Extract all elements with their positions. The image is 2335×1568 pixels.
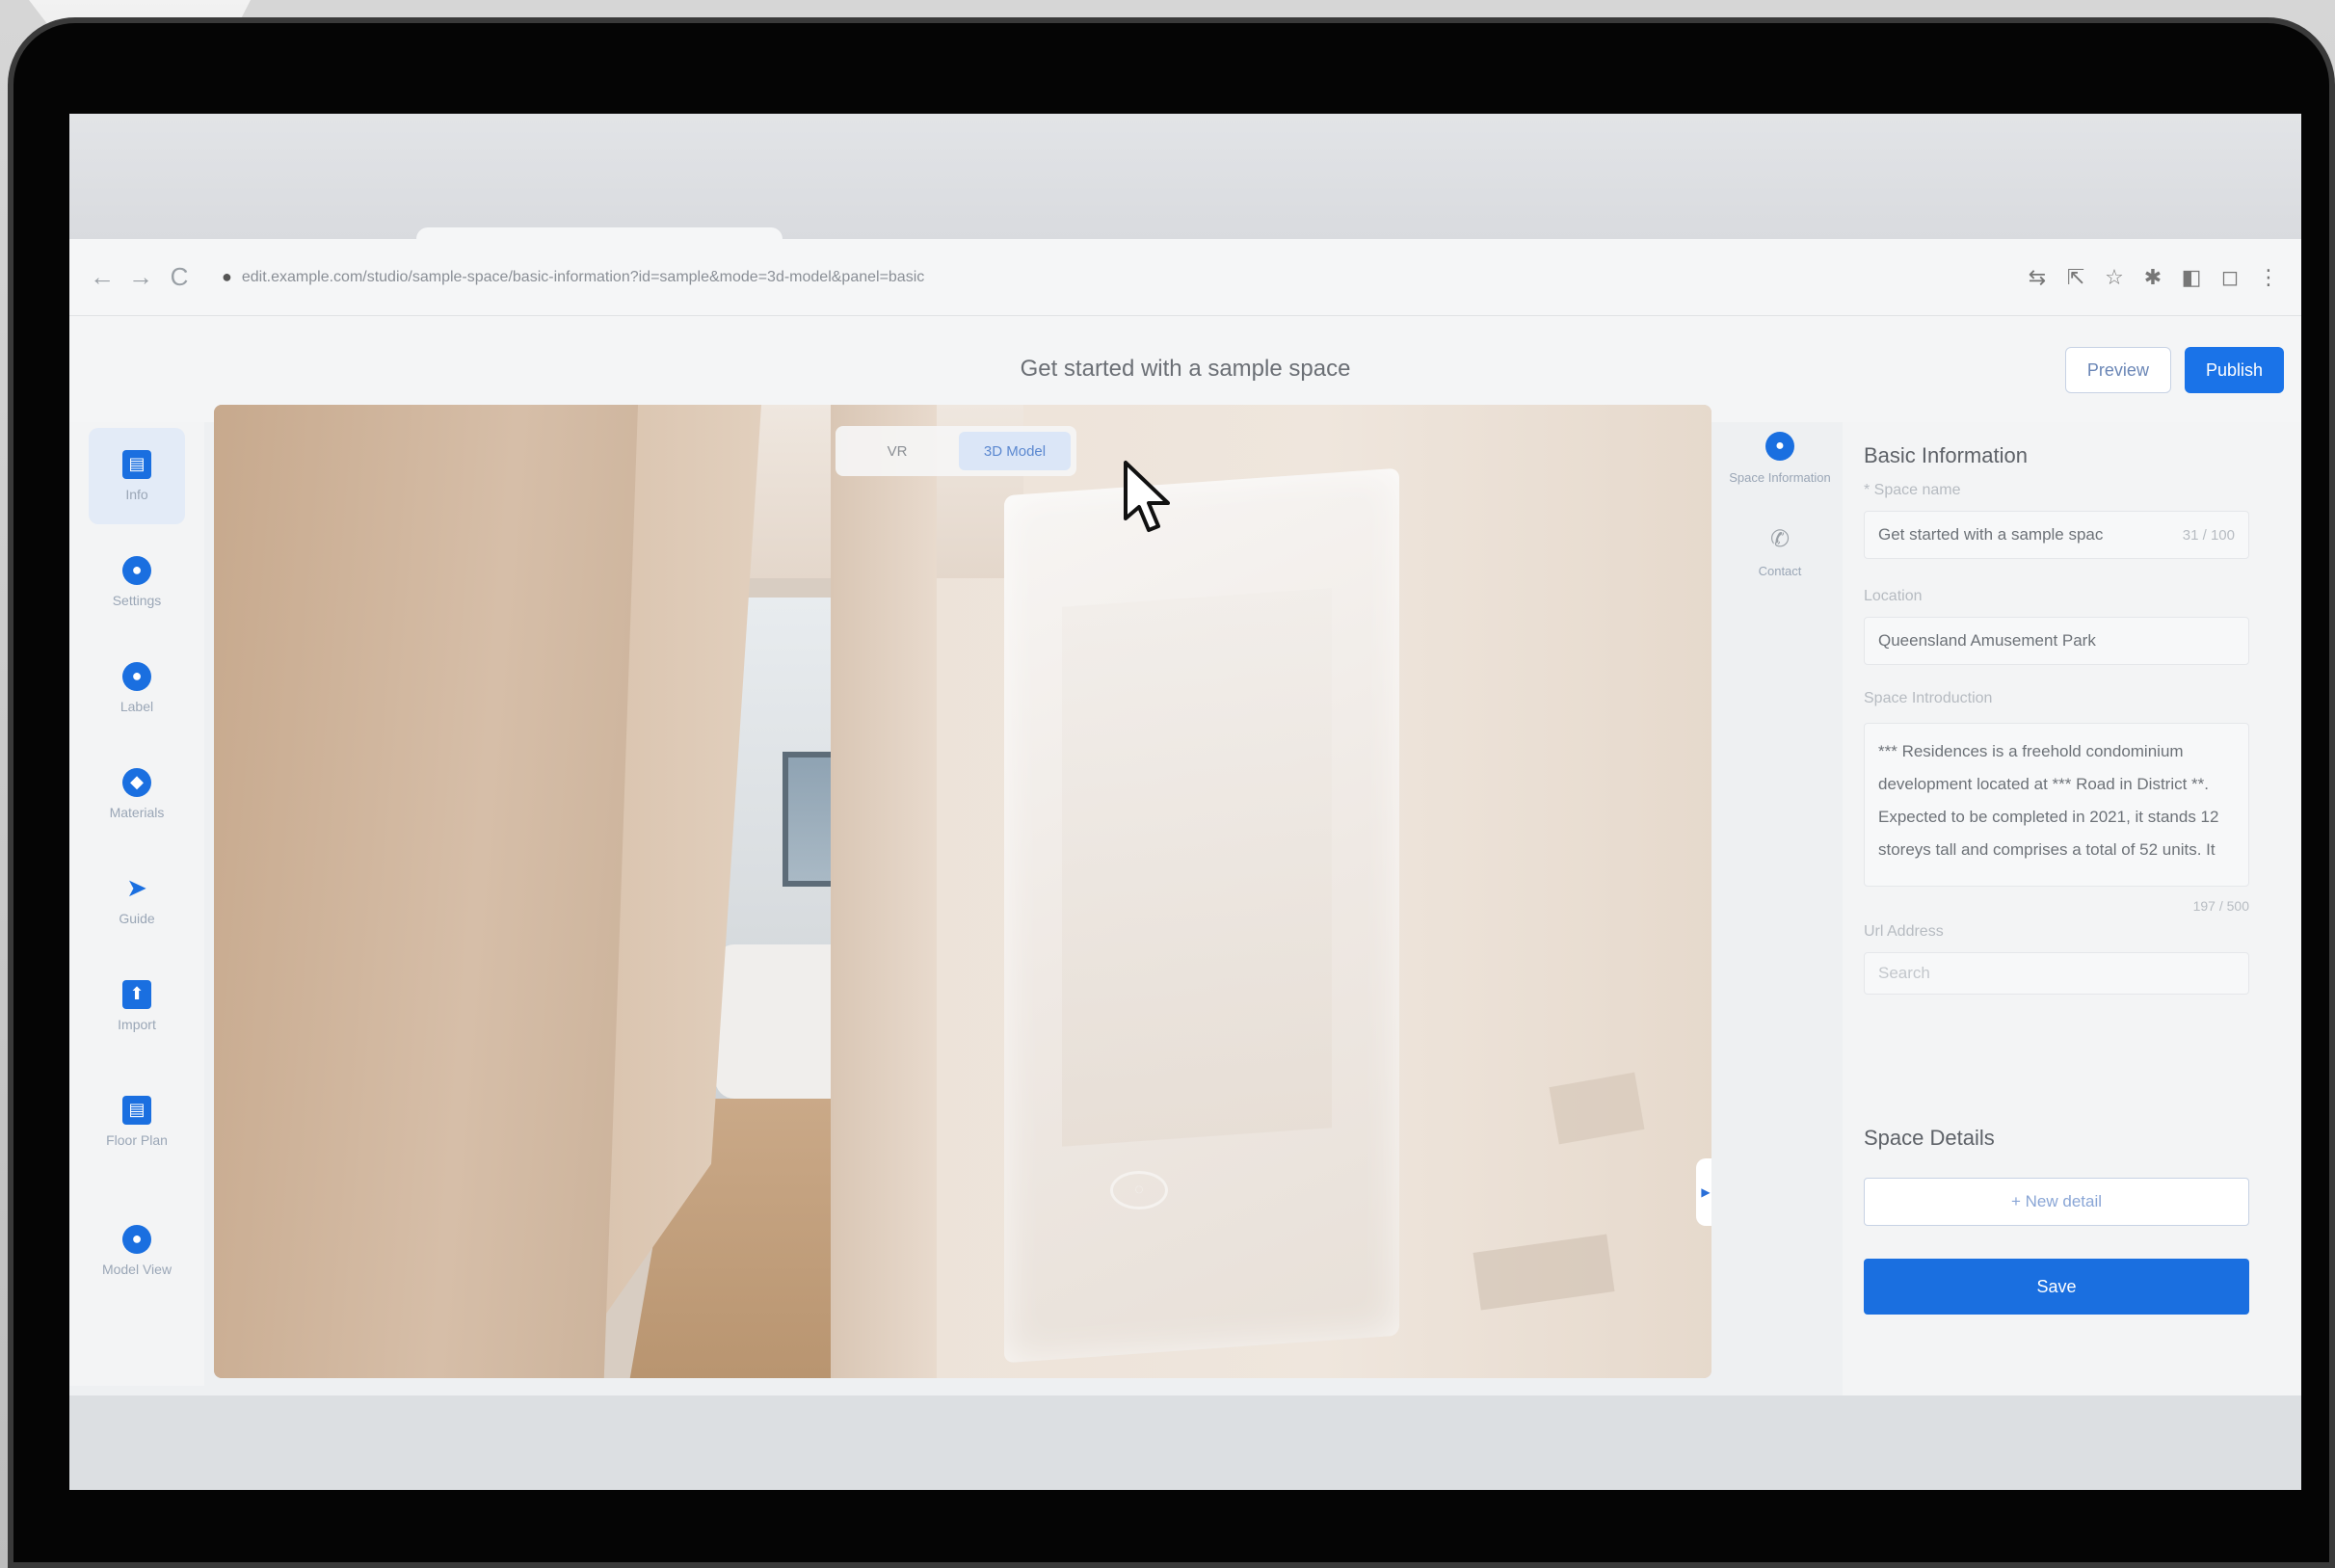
sidebar-item-info[interactable]: ▤ Info <box>89 428 185 524</box>
url-address-label: Url Address <box>1864 923 1944 940</box>
intro-count: 197 / 500 <box>2192 898 2249 914</box>
extensions-icon[interactable]: ✱ <box>2134 258 2172 297</box>
browser-address-bar: ← → C ● edit.example.com/studio/sample-s… <box>69 239 2301 316</box>
forward-icon[interactable]: → <box>121 258 160 297</box>
upload-icon: ⬆ <box>122 979 151 1009</box>
tab-space-information[interactable]: ● Space Information <box>1727 432 1833 487</box>
viewer-pillar <box>831 405 937 1378</box>
space-name-input[interactable]: Get started with a sample spac 31 / 100 <box>1864 511 2249 559</box>
document-icon: ▤ <box>122 449 151 479</box>
mode-vr-button[interactable]: VR <box>841 432 953 470</box>
url-address-placeholder: Search <box>1878 964 1930 982</box>
browser-tab-strip <box>69 114 2301 241</box>
sidebar-item-label: Import <box>118 1016 156 1032</box>
sidebar-item-import[interactable]: ⬆ Import <box>89 958 185 1054</box>
info-icon: ● <box>1765 432 1794 461</box>
sidebar-item-model-view[interactable]: ● Model View <box>89 1203 185 1299</box>
publish-button[interactable]: Publish <box>2184 347 2284 393</box>
menu-icon[interactable]: ⋮ <box>2249 258 2288 297</box>
sidebar-item-label: Materials <box>109 804 165 820</box>
reload-icon[interactable]: C <box>160 258 199 297</box>
preview-button[interactable]: Preview <box>2064 347 2171 393</box>
star-icon[interactable]: ☆ <box>2095 258 2134 297</box>
sidebar-item-label: Model View <box>101 1261 172 1277</box>
sidebar-item-materials[interactable]: ◆ Materials <box>89 746 185 842</box>
paint-drop-icon: ◆ <box>122 767 151 797</box>
tab-label: Space Information <box>1729 470 1831 485</box>
space-introduction-textarea[interactable]: *** Residences is a freehold condominium… <box>1864 723 2249 887</box>
viewer-wall-left <box>214 405 638 1378</box>
floor-plan-icon: ▤ <box>122 1095 151 1125</box>
header-actions: Preview Publish <box>2064 347 2284 393</box>
profile-icon[interactable]: ◻ <box>2211 258 2249 297</box>
url-field[interactable]: ● edit.example.com/studio/sample-space/b… <box>212 255 2004 299</box>
sidebar-item-label: Floor Plan <box>106 1131 168 1148</box>
right-tabs: ● Space Information ✆ Contact <box>1727 432 1833 1203</box>
collapse-panel-handle[interactable]: ▶ <box>1696 1158 1711 1226</box>
url-text: edit.example.com/studio/sample-space/bas… <box>241 268 925 285</box>
sidebar-item-label: Settings <box>112 592 162 608</box>
cast-icon[interactable]: ⇆ <box>2018 258 2056 297</box>
space-details-heading: Space Details <box>1864 1126 1995 1150</box>
sidebar-item-label: Info <box>125 486 148 502</box>
space-name-value: Get started with a sample spac <box>1878 525 2104 544</box>
sidepanel-icon[interactable]: ◧ <box>2172 258 2211 297</box>
share-icon[interactable]: ⇱ <box>2056 258 2095 297</box>
sidebar-item-label: Label <box>119 698 154 714</box>
mouse-cursor-icon <box>1124 461 1170 532</box>
page-title: Get started with a sample space <box>1020 356 1351 382</box>
back-icon[interactable]: ← <box>83 258 121 297</box>
send-icon: ➤ <box>126 873 147 903</box>
sidebar-item-label-tool[interactable]: ● Label <box>89 640 185 736</box>
url-address-input[interactable]: Search <box>1864 952 2249 995</box>
view-mode-toggle: VR 3D Model <box>836 426 1076 476</box>
3d-viewer[interactable]: VR 3D Model ◌ ▶ <box>214 405 1711 1378</box>
location-pin-icon: ● <box>122 661 151 691</box>
sidebar-item-floor-plan[interactable]: ▤ Floor Plan <box>89 1074 185 1170</box>
location-value: Queensland Amusement Park <box>1878 631 2096 650</box>
sidebar-item-guide[interactable]: ➤ Guide <box>89 852 185 948</box>
laptop-screen: ← → C ● edit.example.com/studio/sample-s… <box>69 114 2301 1490</box>
navigation-hotspot-icon[interactable]: ◌ <box>1110 1171 1168 1209</box>
save-button[interactable]: Save <box>1864 1259 2249 1315</box>
viewer-sofa <box>715 944 850 1099</box>
new-detail-button[interactable]: + New detail <box>1864 1178 2249 1226</box>
tab-contact[interactable]: ✆ Contact <box>1727 525 1833 580</box>
space-name-count: 31 / 100 <box>2182 526 2235 544</box>
sidebar-item-settings[interactable]: ● Settings <box>89 534 185 630</box>
viewer-mirror-reflection <box>1062 588 1332 1147</box>
basic-information-panel: Basic Information * Space name Get start… <box>1843 422 2301 1395</box>
settings-icon: ● <box>122 555 151 585</box>
contact-icon: ✆ <box>1769 526 1791 553</box>
tab-label: Contact <box>1758 563 1802 578</box>
space-name-label: * Space name <box>1864 482 1961 498</box>
left-sidebar: ▤ Info ● Settings ● Label ◆ Materials ➤ … <box>69 422 204 1386</box>
intro-label: Space Introduction <box>1864 690 1993 706</box>
model-view-icon: ● <box>122 1224 151 1254</box>
location-label: Location <box>1864 588 1923 604</box>
screen-bottom-strip <box>69 1395 2301 1490</box>
lock-icon: ● <box>222 267 232 286</box>
location-input[interactable]: Queensland Amusement Park <box>1864 617 2249 665</box>
sidebar-item-label: Guide <box>119 910 155 926</box>
basic-information-heading: Basic Information <box>1864 443 2028 467</box>
mode-3d-model-button[interactable]: 3D Model <box>959 432 1071 470</box>
